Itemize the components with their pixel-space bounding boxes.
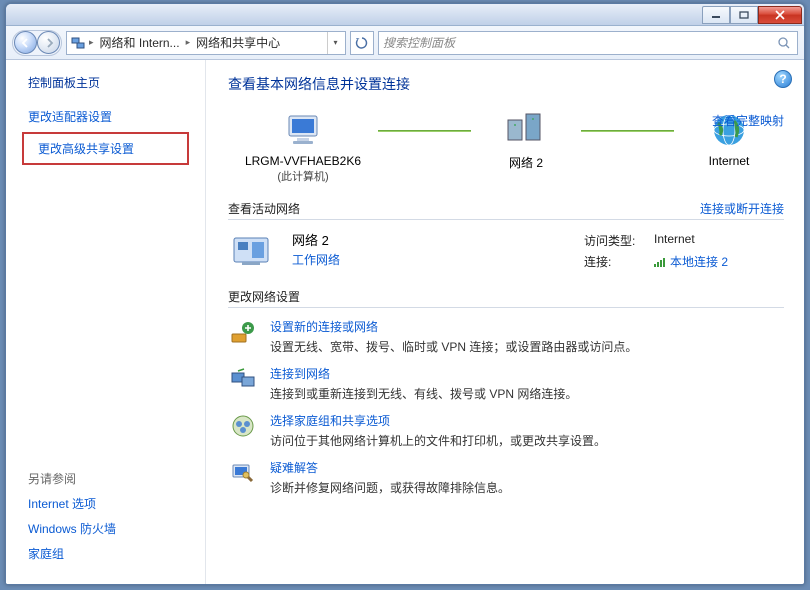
breadcrumb-level2[interactable]: 网络和共享中心 [192, 34, 284, 51]
setting-title: 连接到网络 [270, 365, 577, 382]
active-network-info: 网络 2 工作网络 [292, 230, 570, 268]
search-icon [777, 36, 793, 50]
active-network-details: 访问类型: Internet 连接: 本地连接 2 [584, 230, 784, 272]
map-node-network[interactable]: 网络 2 [471, 108, 581, 171]
search-box[interactable]: 搜索控制面板 [378, 31, 798, 55]
setting-new-connection[interactable]: 设置新的连接或网络 设置无线、宽带、拨号、临时或 VPN 连接；或设置路由器或访… [228, 318, 784, 355]
map-node1-label: LRGM-VVFHAEB2K6 [228, 154, 378, 168]
setting-title: 设置新的连接或网络 [270, 318, 637, 335]
settings-list: 设置新的连接或网络 设置无线、宽带、拨号、临时或 VPN 连接；或设置路由器或访… [228, 318, 784, 496]
map-node3-label: Internet [674, 154, 784, 168]
breadcrumb-level1[interactable]: 网络和 Intern... [96, 34, 184, 51]
work-network-icon [228, 230, 278, 272]
see-also-firewall[interactable]: Windows 防火墙 [20, 516, 200, 541]
breadcrumb[interactable]: ▸ 网络和 Intern... ▸ 网络和共享中心 ▾ [66, 31, 346, 55]
setting-title: 疑难解答 [270, 459, 510, 476]
active-network-name: 网络 2 [292, 230, 570, 249]
maximize-button[interactable] [730, 6, 758, 24]
access-type-value: Internet [654, 232, 695, 249]
active-networks-title: 查看活动网络 [228, 200, 300, 217]
sidebar-adapter-settings[interactable]: 更改适配器设置 [14, 105, 197, 128]
access-type-label: 访问类型: [584, 232, 644, 249]
setting-desc: 访问位于其他网络计算机上的文件和打印机，或更改共享设置。 [270, 432, 606, 449]
map-node2-label: 网络 2 [471, 154, 581, 171]
breadcrumb-dropdown[interactable]: ▾ [327, 32, 343, 54]
map-connector [378, 130, 471, 132]
close-button[interactable] [758, 6, 802, 24]
sidebar-advanced-sharing[interactable]: 更改高级共享设置 [22, 132, 189, 165]
titlebar [6, 4, 804, 26]
setting-title: 选择家庭组和共享选项 [270, 412, 606, 429]
setting-troubleshoot[interactable]: 疑难解答 诊断并修复网络问题，或获得故障排除信息。 [228, 459, 784, 496]
plus-connection-icon [228, 318, 258, 346]
network-devices-icon [471, 108, 581, 152]
signal-icon [654, 257, 666, 267]
computer-icon [228, 108, 378, 152]
page-title: 查看基本网络信息并设置连接 [228, 74, 784, 94]
network-map-row: LRGM-VVFHAEB2K6 (此计算机) 网络 2 [228, 108, 784, 184]
connection-link[interactable]: 本地连接 2 [654, 253, 728, 270]
main-panel: ? 查看基本网络信息并设置连接 LRGM-VVFHAEB2K6 (此计算机) [206, 60, 804, 584]
active-network-block: 网络 2 工作网络 访问类型: Internet 连接: [228, 230, 784, 272]
network-icon [69, 34, 87, 52]
sidebar: 控制面板主页 更改适配器设置 更改高级共享设置 另请参阅 Internet 选项… [6, 60, 206, 584]
content-area: 控制面板主页 更改适配器设置 更改高级共享设置 另请参阅 Internet 选项… [6, 60, 804, 584]
nav-buttons [12, 30, 62, 56]
active-network-type[interactable]: 工作网络 [292, 253, 340, 267]
see-also-section: 另请参阅 Internet 选项 Windows 防火墙 家庭组 [20, 466, 200, 566]
troubleshoot-icon [228, 459, 258, 487]
control-panel-window: ▸ 网络和 Intern... ▸ 网络和共享中心 ▾ 搜索控制面板 控制面板主… [5, 3, 805, 585]
change-settings-title: 更改网络设置 [228, 288, 300, 305]
connection-value: 本地连接 2 [670, 253, 728, 270]
network-map: LRGM-VVFHAEB2K6 (此计算机) 网络 2 [228, 108, 784, 184]
see-also-homegroup[interactable]: 家庭组 [20, 541, 200, 566]
setting-connect-network[interactable]: 连接到网络 连接到或重新连接到无线、有线、拨号或 VPN 网络连接。 [228, 365, 784, 402]
back-button[interactable] [14, 31, 37, 54]
connect-network-icon [228, 365, 258, 393]
active-networks-header: 查看活动网络 连接或断开连接 [228, 198, 784, 220]
refresh-button[interactable] [350, 31, 374, 55]
map-connector [581, 130, 674, 132]
search-placeholder: 搜索控制面板 [383, 34, 777, 51]
see-also-internet-options[interactable]: Internet 选项 [20, 491, 200, 516]
forward-button[interactable] [37, 31, 60, 54]
minimize-button[interactable] [702, 6, 730, 24]
see-also-header: 另请参阅 [20, 466, 200, 491]
connection-label: 连接: [584, 253, 644, 270]
change-settings-header: 更改网络设置 [228, 286, 784, 308]
setting-desc: 连接到或重新连接到无线、有线、拨号或 VPN 网络连接。 [270, 385, 577, 402]
window-buttons [702, 6, 802, 24]
help-icon[interactable]: ? [774, 70, 792, 88]
setting-desc: 设置无线、宽带、拨号、临时或 VPN 连接；或设置路由器或访问点。 [270, 338, 637, 355]
address-bar: ▸ 网络和 Intern... ▸ 网络和共享中心 ▾ 搜索控制面板 [6, 26, 804, 60]
chevron-right-icon: ▸ [184, 37, 193, 48]
map-node1-sub: (此计算机) [228, 168, 378, 184]
setting-homegroup[interactable]: 选择家庭组和共享选项 访问位于其他网络计算机上的文件和打印机，或更改共享设置。 [228, 412, 784, 449]
connect-disconnect-link[interactable]: 连接或断开连接 [700, 200, 784, 217]
homegroup-icon [228, 412, 258, 440]
map-node-this-computer[interactable]: LRGM-VVFHAEB2K6 (此计算机) [228, 108, 378, 184]
setting-desc: 诊断并修复网络问题，或获得故障排除信息。 [270, 479, 510, 496]
view-full-map-link[interactable]: 查看完整映射 [712, 112, 784, 129]
chevron-right-icon: ▸ [87, 37, 96, 48]
control-panel-home-link[interactable]: 控制面板主页 [14, 74, 197, 91]
